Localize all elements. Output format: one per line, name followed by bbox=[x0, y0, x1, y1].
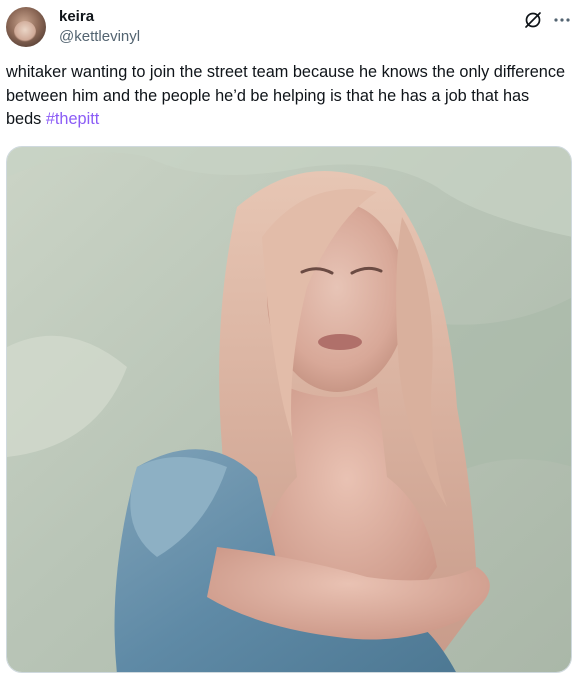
tweet-header: keira @kettlevinyl bbox=[6, 5, 140, 49]
handle[interactable]: @kettlevinyl bbox=[59, 27, 140, 47]
hashtag-link[interactable]: #thepitt bbox=[46, 110, 99, 128]
author-names: keira @kettlevinyl bbox=[59, 7, 140, 47]
tweet-media-gif[interactable] bbox=[6, 146, 572, 673]
more-icon[interactable] bbox=[552, 10, 572, 30]
tweet-text: whitaker wanting to join the street team… bbox=[6, 61, 566, 132]
grok-icon[interactable] bbox=[523, 10, 543, 30]
display-name[interactable]: keira bbox=[59, 7, 140, 27]
tweet: keira @kettlevinyl whitaker wanting to j… bbox=[0, 0, 584, 675]
avatar[interactable] bbox=[6, 7, 46, 47]
gif-image bbox=[7, 147, 571, 672]
